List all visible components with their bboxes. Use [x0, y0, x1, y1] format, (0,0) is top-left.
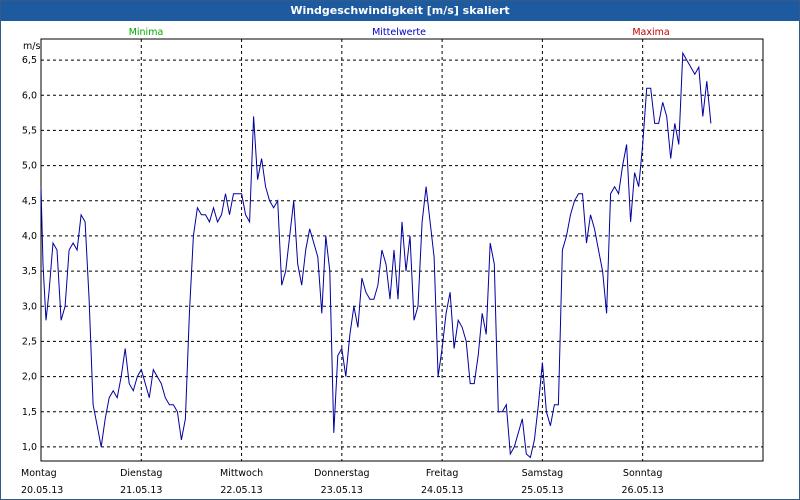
window-title: Windgeschwindigkeit [m/s] skaliert	[1, 1, 799, 21]
y-tick-label: 1,0	[22, 442, 37, 453]
y-axis-unit: m/s	[23, 41, 40, 52]
x-tick-date: 23.05.13	[321, 485, 363, 496]
y-tick-label: 1,5	[22, 407, 37, 418]
x-tick-date: 24.05.13	[421, 485, 463, 496]
x-tick-day: Mittwoch	[220, 468, 263, 479]
y-tick-label: 6,0	[22, 90, 37, 101]
x-tick-date: 25.05.13	[521, 485, 563, 496]
legend-maxima: Maxima	[632, 27, 669, 38]
x-axis-ticks: Montag 20.05.13 Dienstag 21.05.13 Mittwoch 22…	[21, 468, 664, 496]
x-tick-day: Sonntag	[623, 468, 662, 479]
y-tick-label: 5,0	[22, 161, 37, 172]
chart-window: Windgeschwindigkeit [m/s] skaliert 6,5 6,…	[0, 0, 800, 500]
x-tick-day: Donnerstag	[314, 468, 369, 479]
x-tick-day: Samstag	[522, 468, 564, 479]
y-tick-label: 5,5	[22, 125, 37, 136]
legend-minima: Minima	[129, 27, 164, 38]
y-tick-label: 4,0	[22, 231, 37, 242]
x-tick-day: Freitag	[426, 468, 459, 479]
y-axis-ticks: 6,5 6,0 5,5 5,0 4,5 4,0 3,5 3,0 2,5 2,0 1,5 1,0	[22, 55, 37, 453]
x-tick-day: Dienstag	[120, 468, 162, 479]
y-tick-label: 4,5	[22, 196, 37, 207]
y-tick-label: 3,0	[22, 301, 37, 312]
legend-mittelwerte: Mittelwerte	[372, 27, 426, 38]
y-tick-label: 6,5	[22, 55, 37, 66]
x-tick-date: 20.05.13	[21, 485, 63, 496]
x-tick-day: Montag	[21, 468, 57, 479]
y-tick-label: 2,0	[22, 372, 37, 383]
x-tick-date: 21.05.13	[120, 485, 162, 496]
x-tick-date: 22.05.13	[220, 485, 262, 496]
chart-svg: 6,5 6,0 5,5 5,0 4,5 4,0 3,5 3,0 2,5 2,0 1,5 1,0 Mon…	[21, 27, 764, 496]
y-tick-label: 2,5	[22, 336, 37, 347]
x-tick-date: 26.05.13	[622, 485, 664, 496]
y-tick-label: 3,5	[22, 266, 37, 277]
